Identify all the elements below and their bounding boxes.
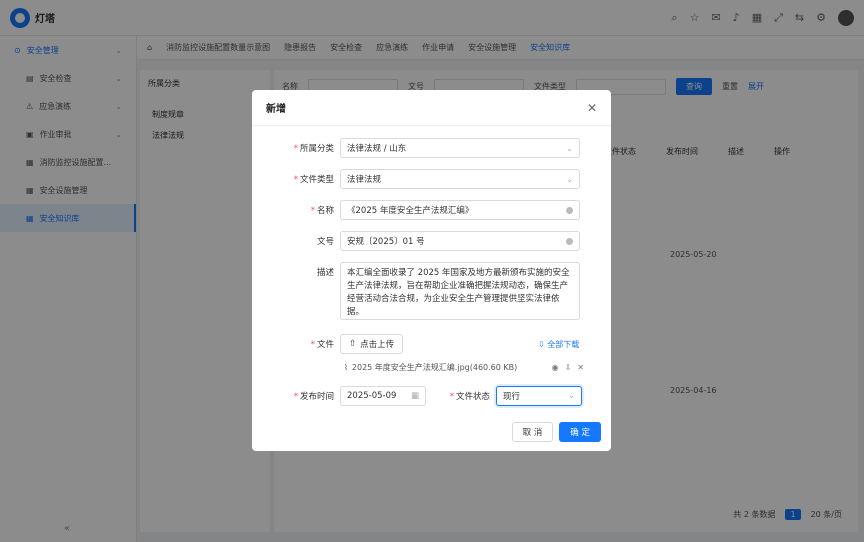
publish-label: *发布时间 bbox=[252, 390, 340, 402]
desc-label: 描述 bbox=[252, 262, 340, 278]
attachment-icon: ⌇ bbox=[344, 363, 348, 372]
upload-icon: ⇧ bbox=[349, 339, 356, 349]
form-row-docno: 文号 安规〔2025〕01 号 bbox=[252, 231, 580, 251]
name-value: 《2025 年度安全生产法规汇编》 bbox=[347, 204, 473, 216]
delete-icon[interactable]: ✕ bbox=[577, 363, 584, 372]
file-name[interactable]: 2025 年度安全生产法规汇编.jpg(460.60 KB) bbox=[352, 362, 517, 373]
chevron-down-icon: ⌄ bbox=[566, 175, 573, 184]
upload-label: 点击上传 bbox=[360, 338, 394, 350]
publish-date-picker[interactable]: 2025-05-09 ▦ bbox=[340, 386, 426, 406]
form-row-name: *名称 《2025 年度安全生产法规汇编》 bbox=[252, 200, 580, 220]
cancel-button[interactable]: 取 消 bbox=[512, 422, 554, 442]
calendar-icon: ▦ bbox=[411, 391, 419, 401]
add-dialog: 新增 ✕ *所属分类 法律法规 / 山东 ⌄ *文件类型 法律法规 ⌄ *名称 … bbox=[252, 90, 611, 451]
form-row-file: *文件 ⇧ 点击上传 ⇩ 全部下载 bbox=[252, 334, 611, 354]
form-row-desc: 描述 本汇编全面收录了 2025 年国家及地方最新颁布实施的安全生产法律法规，旨… bbox=[252, 262, 580, 320]
dialog-title: 新增 bbox=[266, 100, 286, 115]
type-label: *文件类型 bbox=[252, 173, 340, 185]
uploaded-file-item: ⌇ 2025 年度安全生产法规汇编.jpg(460.60 KB) ◉ ⇩ ✕ bbox=[344, 362, 584, 373]
form-row-publish: *发布时间 2025-05-09 ▦ *文件状态 现行 ⌄ bbox=[252, 386, 582, 406]
docno-input[interactable]: 安规〔2025〕01 号 bbox=[340, 231, 580, 251]
upload-button[interactable]: ⇧ 点击上传 bbox=[340, 334, 403, 354]
type-select[interactable]: 法律法规 ⌄ bbox=[340, 169, 580, 189]
docno-label: 文号 bbox=[252, 235, 340, 247]
category-label: *所属分类 bbox=[252, 142, 340, 154]
desc-textarea[interactable]: 本汇编全面收录了 2025 年国家及地方最新颁布实施的安全生产法律法规，旨在帮助… bbox=[340, 262, 580, 320]
download-all-link[interactable]: ⇩ 全部下载 bbox=[538, 339, 579, 350]
docno-value: 安规〔2025〕01 号 bbox=[347, 235, 425, 247]
category-cascader[interactable]: 法律法规 / 山东 ⌄ bbox=[340, 138, 580, 158]
confirm-button[interactable]: 确 定 bbox=[559, 422, 601, 442]
category-value: 法律法规 / 山东 bbox=[347, 142, 406, 154]
name-input[interactable]: 《2025 年度安全生产法规汇编》 bbox=[340, 200, 580, 220]
chevron-down-icon: ⌄ bbox=[568, 391, 575, 401]
name-label: *名称 bbox=[252, 204, 340, 216]
download-icon[interactable]: ⇩ bbox=[565, 363, 572, 372]
form-row-category: *所属分类 法律法规 / 山东 ⌄ bbox=[252, 138, 580, 158]
publish-value: 2025-05-09 bbox=[347, 391, 396, 401]
status-value: 现行 bbox=[503, 390, 520, 402]
close-icon[interactable]: ✕ bbox=[587, 101, 597, 115]
form-row-type: *文件类型 法律法规 ⌄ bbox=[252, 169, 580, 189]
chevron-down-icon: ⌄ bbox=[566, 144, 573, 153]
file-actions: ◉ ⇩ ✕ bbox=[552, 363, 584, 372]
status-select[interactable]: 现行 ⌄ bbox=[496, 386, 582, 406]
clear-icon[interactable] bbox=[566, 238, 573, 245]
clear-icon[interactable] bbox=[566, 207, 573, 214]
dialog-footer: 取 消 确 定 bbox=[252, 413, 611, 451]
dialog-header: 新增 ✕ bbox=[252, 90, 611, 126]
preview-icon[interactable]: ◉ bbox=[552, 363, 559, 372]
type-value: 法律法规 bbox=[347, 173, 381, 185]
file-label: *文件 bbox=[252, 338, 340, 350]
status-label: *文件状态 bbox=[426, 390, 496, 402]
